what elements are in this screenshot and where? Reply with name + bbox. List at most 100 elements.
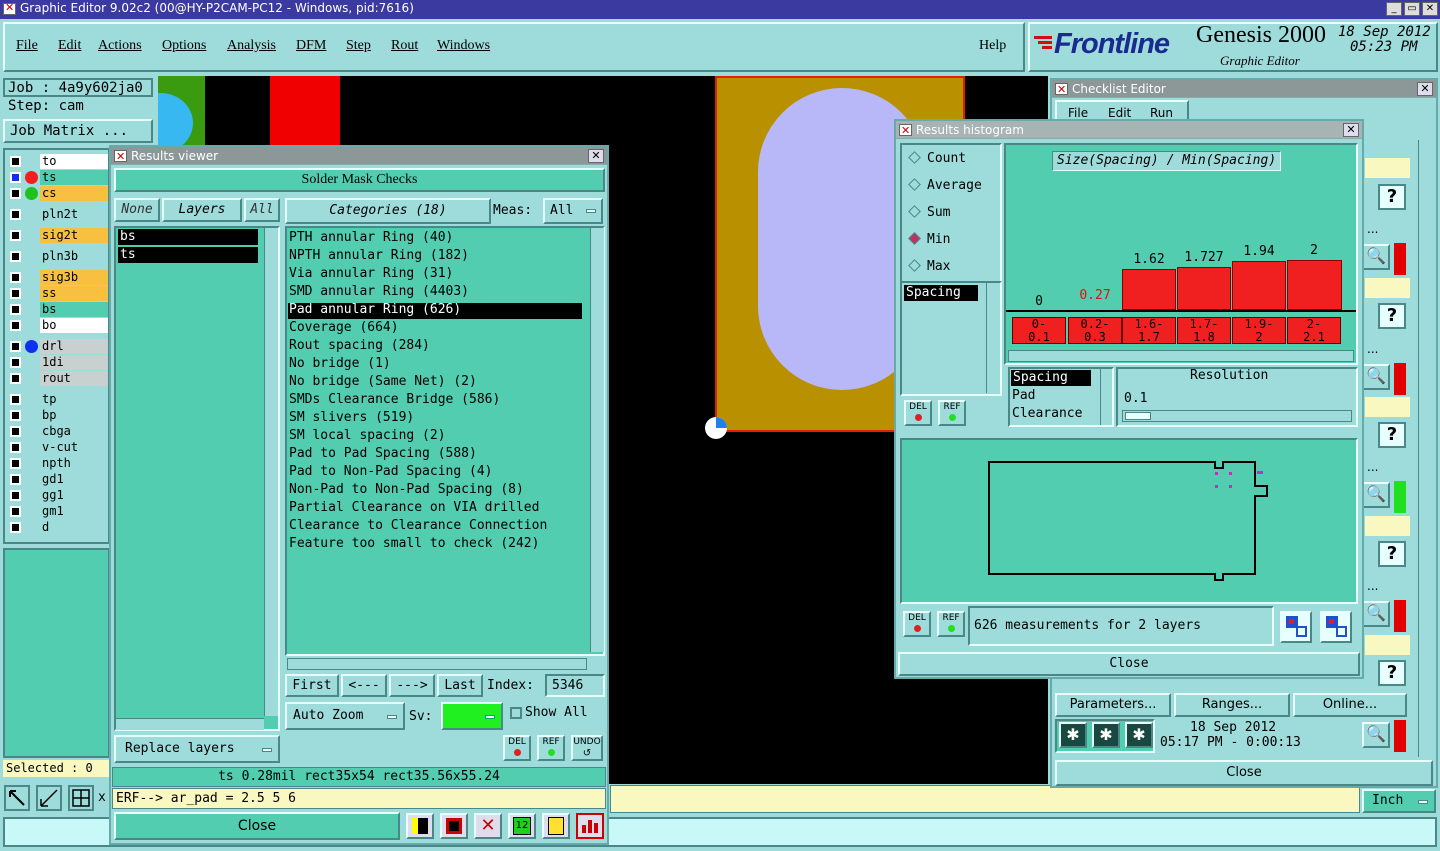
category-item[interactable]: SMD annular Ring (4403): [289, 283, 469, 301]
layer-row-bs[interactable]: bs: [8, 302, 108, 317]
grid-icon[interactable]: [68, 785, 94, 811]
category-item[interactable]: Rout spacing (284): [289, 337, 430, 355]
layer-row-cs[interactable]: cs: [8, 186, 108, 201]
layer-checkbox[interactable]: [10, 188, 21, 199]
layer-name[interactable]: tp: [40, 392, 108, 407]
hist-ref-button[interactable]: REF: [937, 611, 965, 637]
export-icon-1[interactable]: [1280, 611, 1312, 643]
layer-row-pln2t[interactable]: pln2t: [8, 207, 108, 222]
layer-checkbox[interactable]: [10, 490, 21, 501]
layer-name[interactable]: d: [40, 520, 108, 535]
layer-row-d[interactable]: d: [8, 520, 108, 535]
category-item[interactable]: Pad to Pad Spacing (588): [289, 445, 477, 463]
solder-mask-heading[interactable]: Solder Mask Checks: [114, 168, 605, 192]
mode-radio-max[interactable]: Max: [906, 259, 950, 274]
export-icon-2[interactable]: [1320, 611, 1352, 643]
category-item[interactable]: SM slivers (519): [289, 409, 414, 427]
show-all-checkbox[interactable]: [510, 707, 522, 719]
auto-zoom-select[interactable]: Auto Zoom: [285, 702, 405, 730]
layer-result-bs[interactable]: bs: [118, 229, 258, 245]
category-item[interactable]: Via annular Ring (31): [289, 265, 453, 283]
layer-name[interactable]: drl: [40, 339, 108, 354]
category-item[interactable]: SMDs Clearance Bridge (586): [289, 391, 500, 409]
category-item[interactable]: Non-Pad to Non-Pad Spacing (8): [289, 481, 524, 499]
layer-name[interactable]: 1di: [40, 355, 108, 370]
category-item[interactable]: PTH annular Ring (40): [289, 229, 453, 247]
category-item[interactable]: Partial Clearance on VIA drilled: [289, 499, 539, 517]
category-item[interactable]: NPTH annular Ring (182): [289, 247, 469, 265]
category-list-hscroll[interactable]: [287, 658, 587, 670]
parameters-button[interactable]: Parameters...: [1055, 693, 1171, 717]
checklist-scrollbar[interactable]: [1418, 140, 1432, 757]
layer-name[interactable]: cs: [40, 186, 108, 201]
online-button[interactable]: Online...: [1293, 693, 1407, 717]
checklist-zoom-icon-5[interactable]: 🔍: [1362, 722, 1390, 748]
resolution-slider[interactable]: [1122, 410, 1352, 422]
layer-name[interactable]: npth: [40, 456, 108, 471]
units-select[interactable]: Inch: [1362, 789, 1436, 813]
toolbar-snapshot-icon[interactable]: [440, 813, 468, 839]
layer-list-hscroll[interactable]: [116, 718, 264, 730]
menu-file[interactable]: File: [16, 38, 38, 54]
replace-layers-select[interactable]: Replace layers: [114, 735, 280, 763]
checklist-zoom-icon-4[interactable]: 🔍: [1362, 601, 1390, 627]
toolbar-note-icon[interactable]: [542, 813, 570, 839]
category-item[interactable]: Pad to Non-Pad Spacing (4): [289, 463, 493, 481]
layer-row-cbga[interactable]: cbga: [8, 424, 108, 439]
checklist-menu-edit[interactable]: Edit: [1108, 106, 1131, 120]
category-item[interactable]: Feature too small to check (242): [289, 535, 539, 553]
layer-row-rout[interactable]: rout: [8, 371, 108, 386]
toolbar-histogram-icon[interactable]: [576, 813, 604, 839]
toolbar-report-icon[interactable]: [406, 813, 434, 839]
layer-row-gd1[interactable]: gd1: [8, 472, 108, 487]
layer-checkbox[interactable]: [10, 442, 21, 453]
mode-radio-min[interactable]: Min: [906, 232, 950, 247]
menu-analysis[interactable]: Analysis: [227, 38, 276, 54]
toolbar-cross-icon[interactable]: ✕: [474, 813, 502, 839]
menu-actions[interactable]: Actions: [98, 38, 142, 54]
run-icon-2[interactable]: ✱: [1092, 722, 1120, 748]
menu-edit[interactable]: Edit: [58, 38, 81, 54]
menu-rout[interactable]: Rout: [391, 38, 418, 54]
hist-del-button[interactable]: DEL: [903, 611, 931, 637]
category-item[interactable]: SM local spacing (2): [289, 427, 446, 445]
layer-checkbox[interactable]: [10, 156, 21, 167]
prev-button[interactable]: <---: [341, 674, 387, 697]
layer-row-ss[interactable]: ss: [8, 286, 108, 301]
histogram-bar[interactable]: [1177, 267, 1231, 310]
layer-name[interactable]: gm1: [40, 504, 108, 519]
checklist-close-icon[interactable]: ✕: [1417, 82, 1433, 96]
chart-hscroll[interactable]: [1008, 350, 1354, 362]
categories-button[interactable]: Categories (18): [285, 198, 491, 224]
layer-row-pln3b[interactable]: pln3b: [8, 249, 108, 264]
help-question-icon-3[interactable]: ?: [1378, 422, 1406, 448]
ranges-button[interactable]: Ranges...: [1174, 693, 1290, 717]
layer-checkbox[interactable]: [10, 251, 21, 262]
layer-name[interactable]: bp: [40, 408, 108, 423]
layer-checkbox[interactable]: [10, 230, 21, 241]
category-item[interactable]: No bridge (Same Net) (2): [289, 373, 477, 391]
layer-checkbox[interactable]: [10, 426, 21, 437]
histogram-close-icon[interactable]: ✕: [1343, 123, 1359, 137]
rv-close-button[interactable]: Close: [114, 812, 400, 840]
histogram-close-button[interactable]: Close: [898, 652, 1360, 676]
layer-name[interactable]: sig2t: [40, 228, 108, 243]
run-icon-1[interactable]: ✱: [1059, 722, 1087, 748]
layer-checkbox[interactable]: [10, 373, 21, 384]
layer-name[interactable]: rout: [40, 371, 108, 386]
layer-checkbox[interactable]: [10, 272, 21, 283]
checklist-zoom-icon-2[interactable]: 🔍: [1362, 364, 1390, 390]
layer-row-to[interactable]: to: [8, 154, 108, 169]
category-item[interactable]: Coverage (664): [289, 319, 399, 337]
histogram-bar[interactable]: [1122, 269, 1176, 310]
layer-row-tp[interactable]: tp: [8, 392, 108, 407]
menu-options[interactable]: Options: [162, 38, 206, 54]
layer-name[interactable]: bo: [40, 318, 108, 333]
layer-row-gm1[interactable]: gm1: [8, 504, 108, 519]
layer-checkbox[interactable]: [10, 458, 21, 469]
category-item[interactable]: No bridge (1): [289, 355, 391, 373]
layer-row-bo[interactable]: bo: [8, 318, 108, 333]
menu-windows[interactable]: Windows: [437, 38, 490, 54]
run-icon-3[interactable]: ✱: [1125, 722, 1153, 748]
layer-name[interactable]: gg1: [40, 488, 108, 503]
